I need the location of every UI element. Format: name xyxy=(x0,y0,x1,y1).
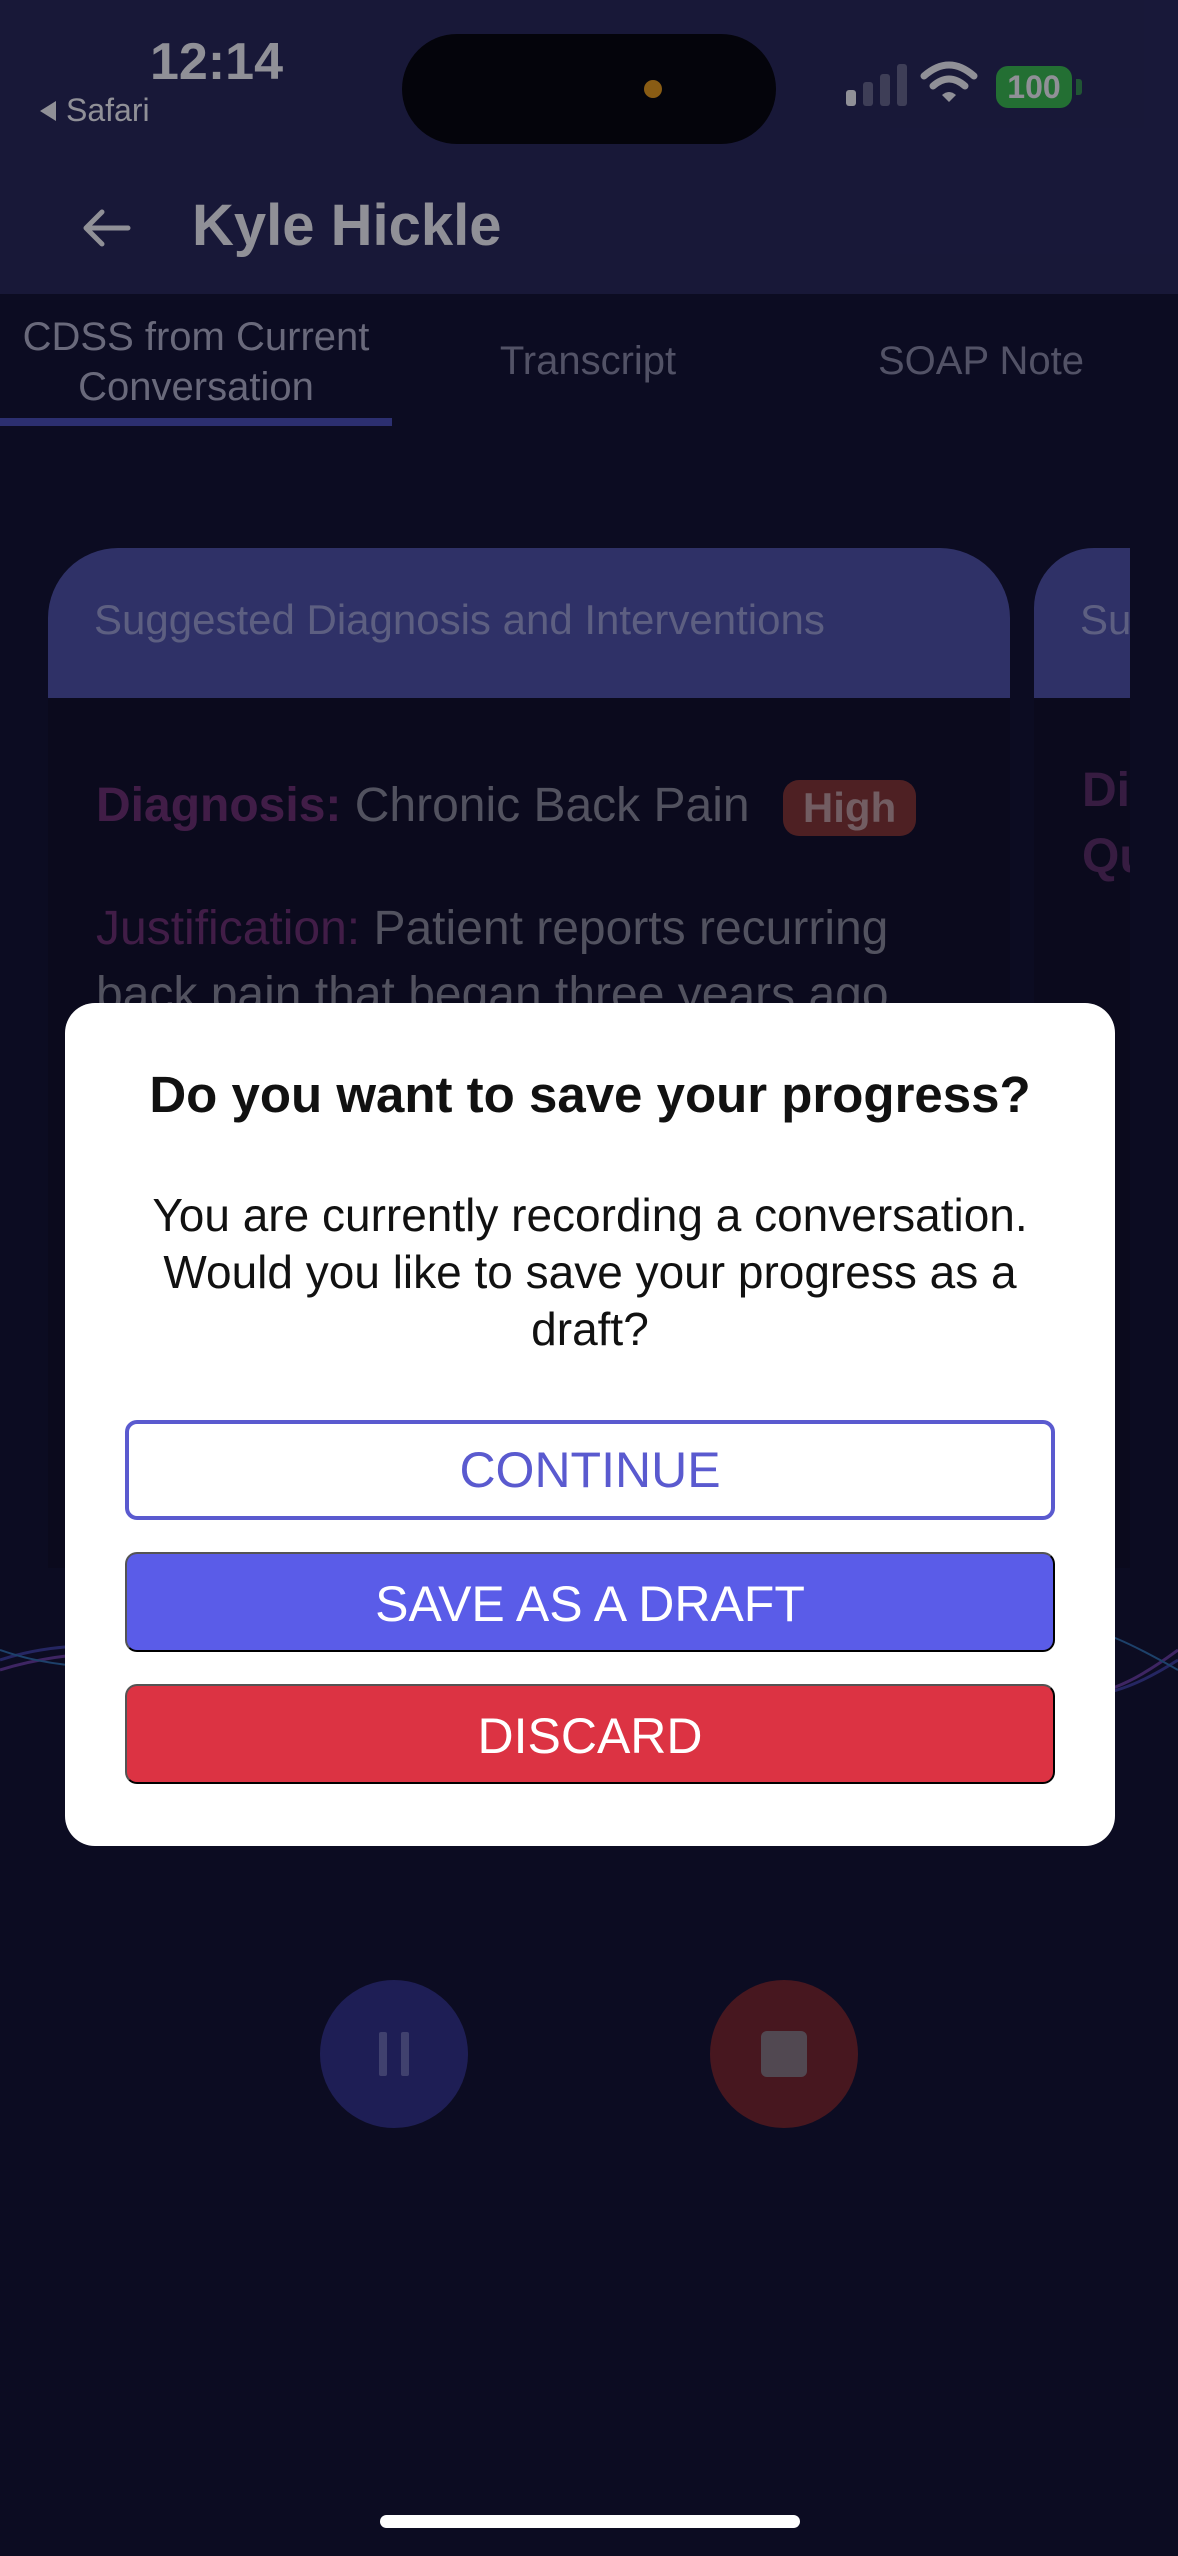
dialog-message: You are currently recording a conversati… xyxy=(152,1189,1028,1355)
dialog-title: Do you want to save your progress? xyxy=(149,1066,1031,1123)
home-indicator[interactable] xyxy=(380,2515,800,2528)
app-screen: 12:14 Safari 100 Kyle Hickle CDSS from C… xyxy=(0,0,1178,2556)
continue-button[interactable]: CONTINUE xyxy=(125,1420,1055,1520)
save-progress-dialog: Do you want to save your progress? You a… xyxy=(65,1003,1115,1846)
save-as-draft-button[interactable]: SAVE AS A DRAFT xyxy=(125,1552,1055,1652)
discard-button[interactable]: DISCARD xyxy=(125,1684,1055,1784)
